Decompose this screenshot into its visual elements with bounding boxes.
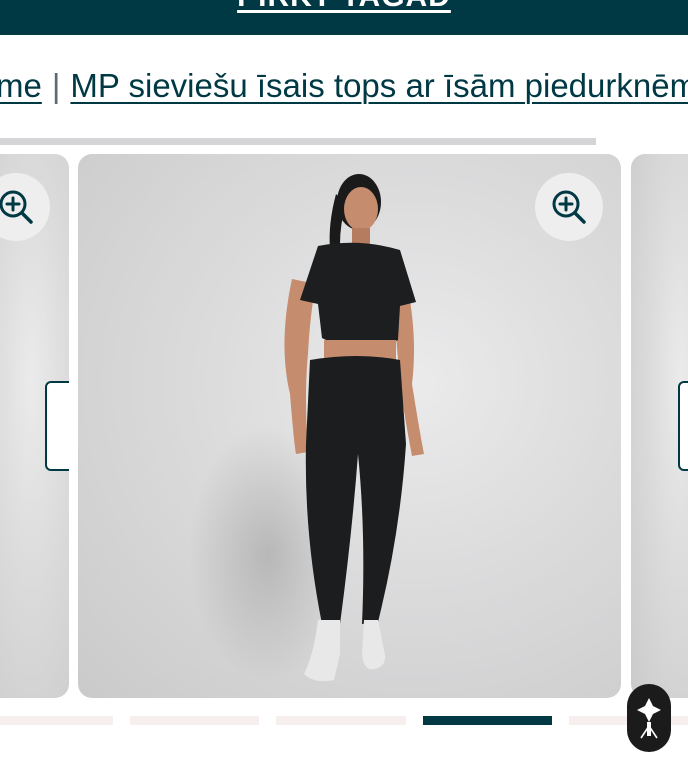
brand-logo-icon[interactable] [627, 684, 671, 752]
breadcrumb: me | MP sieviešu īsais tops ar īsām piedur… [0, 66, 688, 106]
gallery-slide-main[interactable] [78, 154, 621, 698]
top-buy-banner[interactable]: PIRKT TAGAD [0, 0, 688, 35]
gallery-next-button[interactable] [678, 381, 688, 471]
product-photo [284, 174, 424, 682]
horizontal-scrollbar[interactable] [0, 138, 596, 145]
magnifier-plus-icon [552, 190, 586, 224]
gallery-slide-next[interactable] [631, 154, 688, 698]
buy-now-link[interactable]: PIRKT TAGAD [0, 0, 688, 14]
zoom-in-icon[interactable] [0, 173, 50, 241]
slide-indicator-3[interactable] [276, 716, 406, 725]
breadcrumb-separator: | [51, 67, 61, 104]
magnifier-plus-icon [0, 190, 33, 224]
slide-indicator-2[interactable] [130, 716, 259, 725]
slide-indicator-1[interactable] [0, 716, 113, 725]
gallery-prev-button[interactable] [45, 381, 69, 471]
breadcrumb-prev-link[interactable]: me [0, 67, 42, 104]
zoom-in-button[interactable] [535, 173, 603, 241]
diamond-logo-icon [637, 698, 661, 739]
slide-indicator-4[interactable] [423, 716, 552, 725]
gallery-slide-prev[interactable] [0, 154, 69, 698]
slide-indicators [0, 716, 688, 726]
breadcrumb-current-link[interactable]: MP sieviešu īsais tops ar īsām piedurknē… [70, 67, 688, 104]
